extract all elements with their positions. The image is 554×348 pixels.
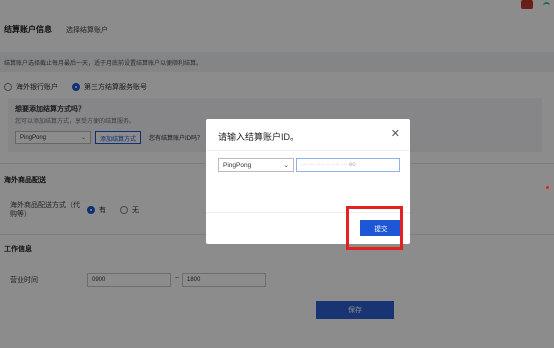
account-id-input[interactable]: ··· ··· ···· ·· ···· ··· eo bbox=[296, 158, 400, 172]
modal-provider-value: PingPong bbox=[223, 161, 252, 169]
chevron-down-icon: ⌄ bbox=[283, 162, 289, 169]
close-icon[interactable]: ✕ bbox=[391, 127, 400, 140]
highlight-box bbox=[346, 206, 403, 250]
cursor-marker bbox=[546, 186, 549, 189]
modal-title: 请输入结算账户ID。 bbox=[218, 132, 300, 142]
modal-provider-select[interactable]: PingPong ⌄ bbox=[218, 158, 294, 172]
modal-divider bbox=[206, 150, 410, 151]
